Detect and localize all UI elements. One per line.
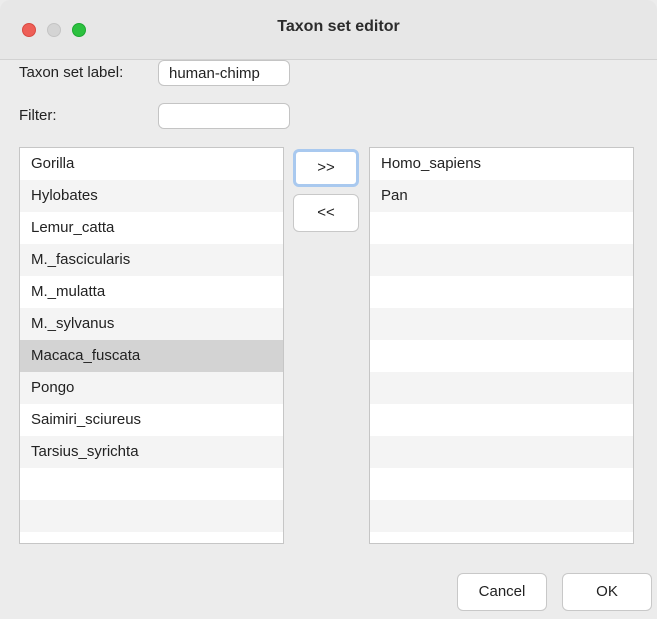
included-taxon-row-empty [370,500,633,532]
included-taxon-row[interactable]: Pan [370,180,633,212]
window-title: Taxon set editor [277,18,400,35]
filter-caption: Filter: [19,107,57,124]
cancel-button[interactable]: Cancel [457,573,547,611]
included-taxon-row-empty [370,276,633,308]
filter-input[interactable] [158,103,290,129]
available-taxon-row-empty [20,468,283,500]
taxon-set-editor-window: Taxon set editor Taxon set label: Filter… [0,0,657,619]
available-taxa-list[interactable]: Gorilla Hylobates Lemur_catta M._fascicular… [19,147,284,544]
included-taxon-row[interactable]: Homo_sapiens [370,148,633,180]
available-taxon-row[interactable]: Tarsius_syrichta [20,436,283,468]
included-taxon-row-empty [370,372,633,404]
included-taxon-row-empty [370,340,633,372]
taxon-set-label-caption: Taxon set label: [19,64,124,81]
included-taxa-list[interactable]: Homo_sapiens Pan [369,147,634,544]
available-taxon-row[interactable]: M._fascicularis [20,244,283,276]
available-taxon-row[interactable]: Pongo [20,372,283,404]
available-taxon-row[interactable]: Gorilla [20,148,283,180]
included-taxon-row-empty [370,244,633,276]
included-taxon-row-empty [370,404,633,436]
available-taxon-row[interactable]: M._sylvanus [20,308,283,340]
remove-taxa-button[interactable]: << [293,194,359,232]
taxon-set-label-input[interactable] [158,60,290,86]
title-bar: Taxon set editor [0,0,657,60]
ok-button[interactable]: OK [562,573,652,611]
available-taxon-row[interactable]: Hylobates [20,180,283,212]
included-taxon-row-empty [370,436,633,468]
available-taxon-row-selected[interactable]: Macaca_fuscata [20,340,283,372]
available-taxon-row-empty [20,500,283,532]
available-taxon-row[interactable]: Saimiri_sciureus [20,404,283,436]
included-taxon-row-empty [370,212,633,244]
included-taxon-row-empty [370,468,633,500]
included-taxon-row-empty [370,308,633,340]
available-taxon-row[interactable]: M._mulatta [20,276,283,308]
available-taxon-row[interactable]: Lemur_catta [20,212,283,244]
add-taxa-button[interactable]: >> [293,149,359,187]
